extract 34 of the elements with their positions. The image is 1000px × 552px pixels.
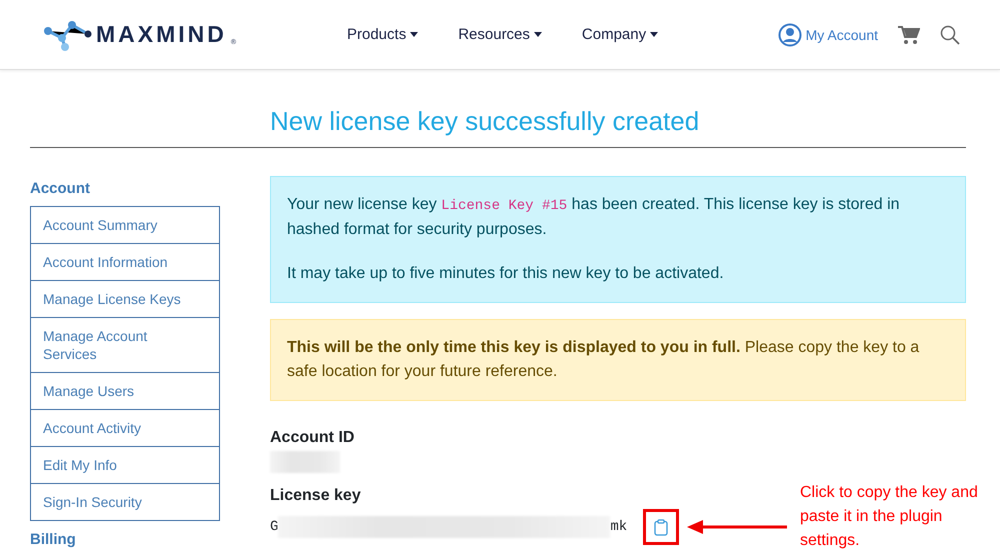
page-title: New license key successfully created (30, 106, 966, 148)
warning-message: This will be the only time this key is displayed to you in full. Please copy the key to a safe location for your future reference. (287, 338, 920, 382)
nav-menu-link[interactable]: Resources (458, 26, 542, 43)
clipboard-icon (654, 518, 668, 536)
nav-menu-link[interactable]: Products (347, 26, 418, 43)
alert-note: It may take up to five minutes for this new key to be activated. (287, 264, 725, 284)
sidebar-item[interactable]: Edit My Info (31, 446, 219, 483)
my-account-link[interactable]: My Account (778, 22, 878, 46)
sidebar-item[interactable]: Manage Account Services (31, 317, 219, 372)
sidebar-item[interactable]: Account Activity (31, 409, 219, 446)
key-suffix: mk (610, 519, 628, 535)
logo-icon (44, 18, 92, 50)
alert-message: Your new license key License Key #15 has been created. This license key is stored in hashed format for security purposes. (287, 195, 901, 240)
nav-menu-link[interactable]: Company (582, 26, 658, 43)
registered-mark: ® (230, 38, 236, 46)
copy-button[interactable] (643, 509, 680, 545)
field-label: License key (270, 487, 361, 505)
annotation-text: Click to copy the key and paste it in the plugin settings. (800, 483, 979, 551)
caret-icon (534, 32, 542, 37)
sidebar-heading: Billing (30, 531, 77, 548)
sidebar-item[interactable]: Account Information (31, 243, 219, 280)
sidebar-heading: Account (30, 180, 91, 197)
caret-icon (410, 32, 418, 37)
key-prefix: G (270, 519, 278, 535)
field-label: Account ID (270, 429, 354, 447)
sidebar-item[interactable]: Manage Users (31, 372, 219, 409)
sidebar-item[interactable]: Manage License Keys (31, 280, 219, 317)
sidebar-item[interactable]: Sign-In Security (31, 483, 219, 520)
caret-icon (650, 32, 658, 37)
sidebar-item[interactable]: Account Summary (31, 207, 219, 243)
user-icon (778, 22, 802, 46)
search-icon[interactable] (940, 24, 960, 44)
cart-icon[interactable] (898, 24, 920, 44)
logo-text: MAXMIND (96, 21, 227, 48)
